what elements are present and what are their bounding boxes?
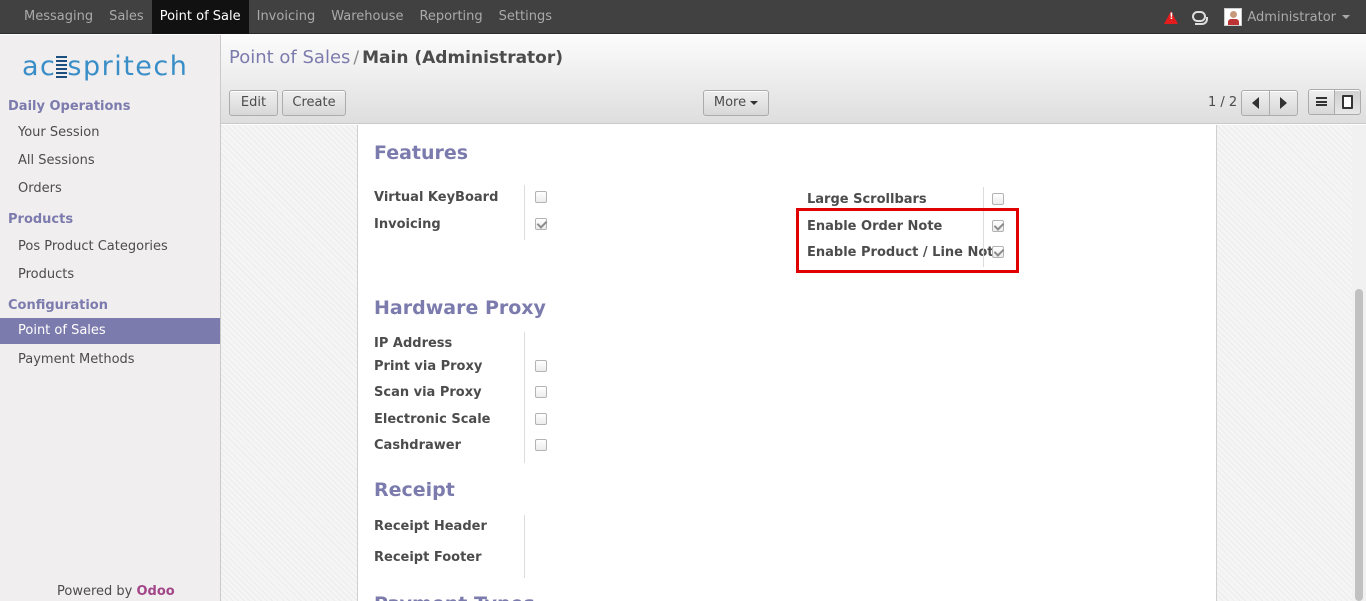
page-title: Main (Administrator) [362, 48, 564, 68]
checkbox-print-via-proxy[interactable] [535, 360, 547, 372]
field-label-invoicing: Invoicing [374, 217, 441, 232]
field-label-receipt-header: Receipt Header [374, 519, 487, 534]
field-label-scan-via-proxy: Scan via Proxy [374, 385, 482, 400]
menu-invoicing[interactable]: Invoicing [249, 0, 324, 34]
menu-reporting[interactable]: Reporting [411, 0, 490, 34]
warning-icon[interactable] [1164, 10, 1179, 24]
edit-button[interactable]: Edit [229, 90, 278, 116]
checkbox-cashdrawer[interactable] [535, 439, 547, 451]
control-panel: Point of Sales / Main (Administrator) Edit… [221, 35, 1366, 124]
form-sheet: Features Virtual KeyBoard Invoicing Larg… [357, 125, 1217, 601]
breadcrumb: Point of Sales / Main (Administrator) [229, 47, 563, 68]
field-label-print-via-proxy: Print via Proxy [374, 359, 483, 374]
section-title-receipt: Receipt [374, 479, 455, 501]
field-label-ip-address: IP Address [374, 336, 453, 351]
checkbox-virtual-keyboard[interactable] [535, 191, 547, 203]
field-label-virtual-keyboard: Virtual KeyBoard [374, 190, 499, 205]
section-title-hardware-proxy: Hardware Proxy [374, 297, 546, 319]
menu-point-of-sale[interactable]: Point of Sale [151, 0, 249, 34]
top-menu-bar: Messaging Sales Point of Sale Invoicing … [0, 0, 1366, 34]
field-label-receipt-footer: Receipt Footer [374, 550, 482, 565]
sidebar-item-products[interactable]: Products [0, 262, 220, 288]
field-divider [524, 185, 525, 240]
pager-value: 1 / 2 [1208, 95, 1238, 110]
sidebar-item-all-sessions[interactable]: All Sessions [0, 148, 220, 174]
chevron-down-icon[interactable] [1342, 15, 1350, 19]
chat-icon[interactable] [1192, 11, 1209, 25]
main-menu: Messaging Sales Point of Sale Invoicing … [16, 0, 560, 34]
menu-warehouse[interactable]: Warehouse [323, 0, 411, 34]
sidebar-heading-daily-operations: Daily Operations [8, 99, 131, 114]
chevron-down-icon [750, 100, 759, 105]
breadcrumb-separator: / [353, 48, 360, 68]
field-divider [524, 332, 525, 463]
highlight-box [796, 208, 1019, 273]
odoo-link[interactable]: Odoo [137, 584, 175, 599]
powered-by: Powered by Odoo [57, 584, 175, 599]
sidebar-heading-configuration: Configuration [8, 298, 108, 313]
sidebar: ac spritech Daily Operations Your Session… [0, 35, 221, 601]
field-label-large-scrollbars: Large Scrollbars [807, 192, 927, 207]
next-button[interactable] [1269, 90, 1298, 116]
create-button[interactable]: Create [282, 90, 346, 116]
section-title-payment-types: Payment Types [374, 593, 535, 601]
company-logo[interactable]: ac spritech [22, 51, 202, 85]
menu-sales[interactable]: Sales [101, 0, 152, 34]
arrow-right-icon [1280, 96, 1287, 109]
arrow-left-icon [1252, 96, 1259, 109]
section-title-features: Features [374, 142, 469, 164]
sidebar-item-pos-product-categories[interactable]: Pos Product Categories [0, 234, 220, 260]
form-view-button[interactable] [1334, 89, 1361, 115]
checkbox-electronic-scale[interactable] [535, 413, 547, 425]
field-label-electronic-scale: Electronic Scale [374, 412, 491, 427]
scrollbar-thumb[interactable] [1355, 289, 1363, 601]
sidebar-heading-products: Products [8, 212, 74, 227]
menu-settings[interactable]: Settings [491, 0, 560, 34]
sidebar-item-your-session[interactable]: Your Session [0, 120, 220, 146]
list-icon [1316, 97, 1327, 106]
sidebar-item-point-of-sales[interactable]: Point of Sales [0, 318, 220, 344]
more-button[interactable]: More [703, 90, 769, 116]
menu-messaging[interactable]: Messaging [16, 0, 101, 34]
list-view-button[interactable] [1308, 89, 1335, 115]
field-label-cashdrawer: Cashdrawer [374, 438, 462, 453]
form-icon [1342, 94, 1353, 109]
breadcrumb-parent[interactable]: Point of Sales [229, 47, 350, 68]
avatar[interactable] [1224, 8, 1243, 26]
form-background: Features Virtual KeyBoard Invoicing Larg… [221, 125, 1366, 601]
user-area: Administrator [1164, 0, 1350, 34]
previous-button[interactable] [1241, 90, 1270, 116]
field-divider [524, 515, 525, 578]
sidebar-item-orders[interactable]: Orders [0, 176, 220, 202]
checkbox-large-scrollbars[interactable] [992, 193, 1004, 205]
sidebar-item-payment-methods[interactable]: Payment Methods [0, 347, 220, 373]
user-menu[interactable]: Administrator [1247, 10, 1336, 25]
checkbox-scan-via-proxy[interactable] [535, 386, 547, 398]
checkbox-invoicing[interactable] [535, 218, 547, 230]
